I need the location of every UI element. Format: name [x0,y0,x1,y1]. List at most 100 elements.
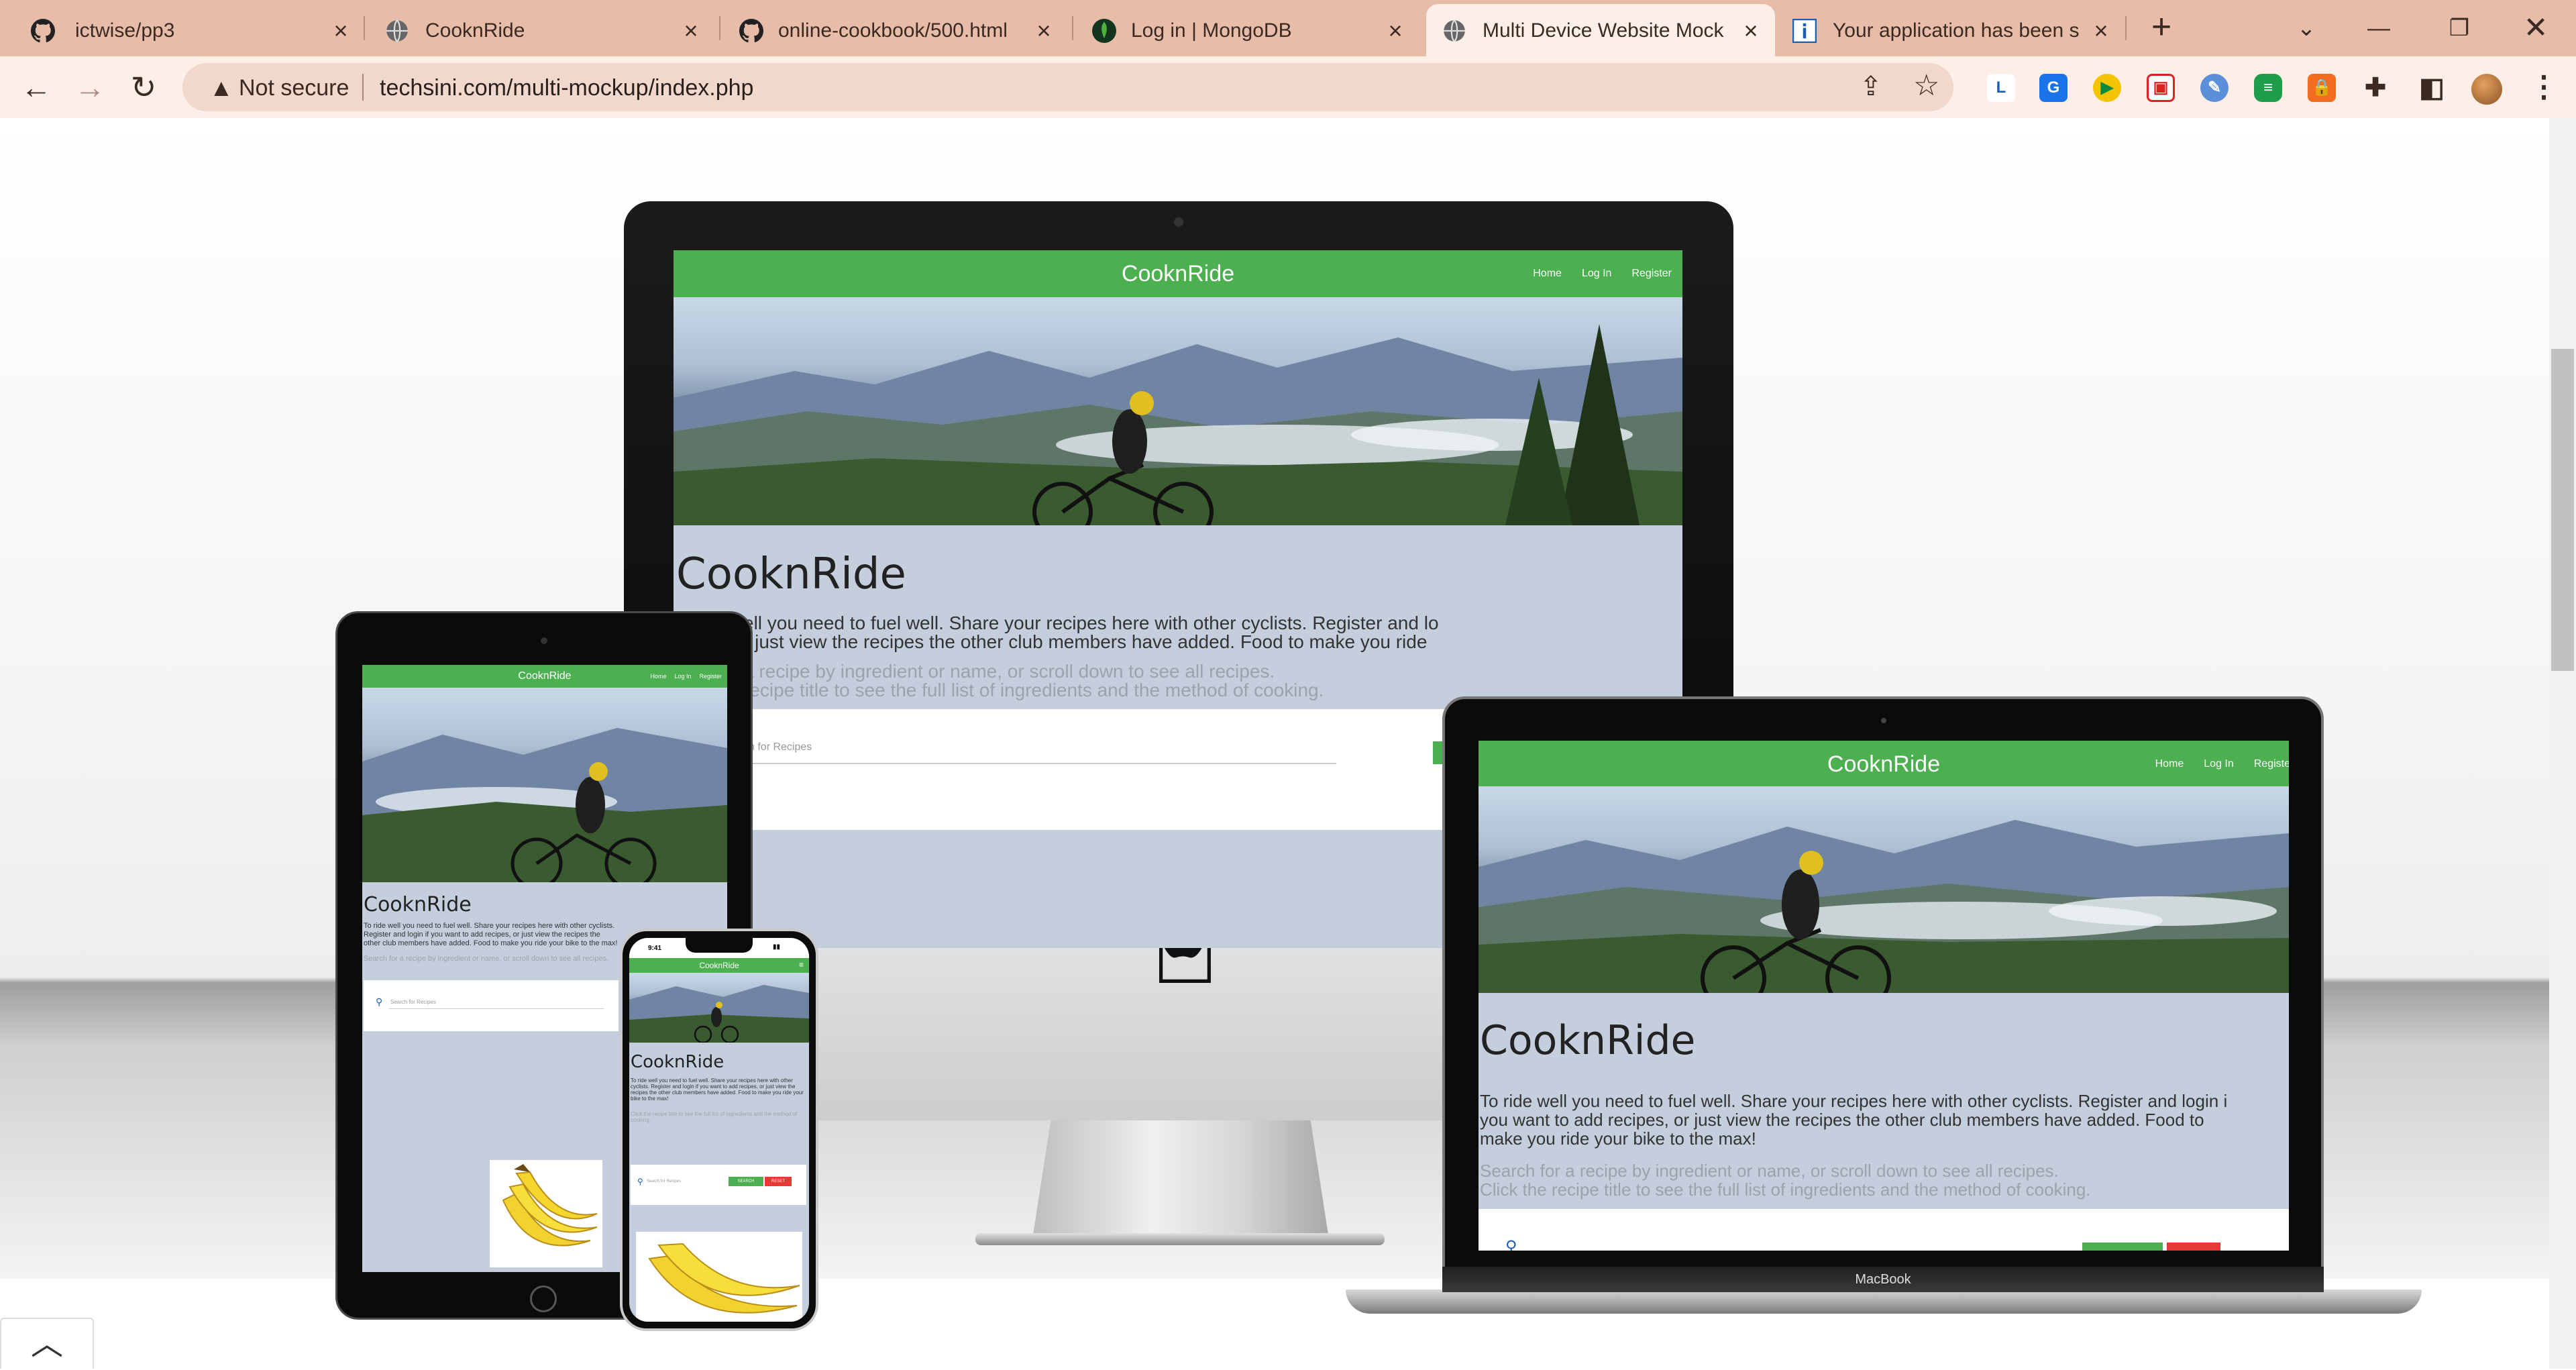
tab-cooknride[interactable]: CooknRide × [357,4,711,56]
omnibox-divider [362,74,364,101]
extension-translate-icon[interactable]: L [1987,74,2015,102]
site-hint-line2: recipe title to see the full list of ing… [743,680,1324,700]
tab-application[interactable]: Your application has been s × [1775,4,2124,56]
mockup-scene:  CooknRide Home Log In Register [0,118,2549,1331]
site-intro-line1: To ride well you need to fuel well. Shar… [1480,1091,2228,1111]
tab-title: Multi Device Website Mock [1483,19,1724,42]
site-heading: CooknRide [1480,1017,1696,1064]
search-icon: ⚲ [637,1177,643,1186]
site-intro: To ride well you need to fuel well. Shar… [631,1077,804,1102]
profile-avatar[interactable] [2471,74,2502,105]
nav-register-link[interactable]: Register [1631,268,1672,280]
bookmark-star-icon[interactable]: ☆ [1913,68,1939,103]
restore-icon[interactable]: ❐ [2440,9,2478,47]
minimize-icon[interactable]: — [2360,9,2398,47]
site-hint-line1: Search for a recipe by ingredient or nam… [1480,1161,2059,1181]
globe-icon [386,19,408,42]
extension-play-icon[interactable]: ▶ [2093,74,2121,102]
browser-toolbar: ← → ↻ ▲ Not secure techsini.com/multi-mo… [0,56,2576,118]
tab-ictwise[interactable]: ictwise/pp3 × [0,4,362,56]
macbook-screen: CooknRide Home Log In Registe CooknRide … [1479,741,2289,1251]
nav-home-link[interactable]: Home [1533,268,1562,280]
security-label[interactable]: Not secure [239,75,349,101]
search-button[interactable]: SEARCH [729,1177,763,1186]
nav-login-link[interactable]: Log In [2204,758,2233,770]
extension-feather-icon[interactable]: ✎ [2200,74,2229,102]
mountain-landscape-image [1479,820,2289,993]
extension-lock-icon[interactable]: 🔒 [2308,74,2336,102]
mongodb-leaf-icon [1092,19,1116,43]
nav-login-link[interactable]: Log In [1582,268,1611,280]
reset-button[interactable]: RESET [765,1177,792,1186]
site-intro-line2: you want to add recipes, or just view th… [1480,1110,2204,1130]
menu-kebab-icon[interactable]: ⋮ [2529,70,2559,104]
recipe-card-image[interactable] [636,1232,802,1322]
back-arrow-icon[interactable]: ← [17,68,55,106]
search-icon: ⚲ [376,996,383,1007]
site-hint: Click the recipe title to see the full l… [631,1111,798,1123]
iphone-screen: 9:41 ▮▮ CooknRide ≡ CooknRide To ride we… [629,938,809,1322]
extension-shield-icon[interactable]: ≡ [2254,74,2282,102]
scroll-to-top-chevron-icon[interactable]: ︿ [0,1318,94,1369]
page-scrollbar[interactable] [2549,118,2576,1369]
tab-title: CooknRide [425,19,525,42]
reload-icon[interactable]: ↻ [125,68,162,106]
site-heading: CooknRide [364,893,472,916]
nav-home-link[interactable]: Home [650,673,666,680]
close-icon[interactable]: × [1030,17,1057,44]
tab-search-chevron-icon[interactable]: ⌄ [2288,9,2325,47]
nav-home-link[interactable]: Home [2155,758,2184,770]
mountain-landscape-image [629,985,809,1043]
hero-image [362,688,727,882]
site-navbar: CooknRide Home Log In Registe [1479,741,2289,786]
close-icon[interactable]: × [1382,17,1409,44]
extensions-puzzle-icon[interactable]: ✚ [2361,74,2390,102]
extension-calendar-icon[interactable]: ▣ [2147,74,2175,102]
site-brand[interactable]: CooknRide [629,961,809,970]
scrollbar-thumb[interactable] [2551,349,2574,671]
site-navbar: CooknRide ≡ [629,958,809,973]
url-text[interactable]: techsini.com/multi-mockup/index.php [380,75,753,101]
mountain-landscape-image [674,324,1682,525]
status-time: 9:41 [648,945,662,952]
close-icon[interactable]: × [678,17,704,44]
forward-arrow-icon[interactable]: → [71,68,109,106]
tab-multi-device-mockup[interactable]: Multi Device Website Mock × [1426,4,1775,56]
close-icon[interactable]: × [1737,17,1764,44]
tab-online-cookbook[interactable]: online-cookbook/500.html × [712,4,1067,56]
reset-button[interactable] [2167,1243,2220,1251]
site-nav-links: Home Log In Register [1533,268,1672,280]
hamburger-menu-icon[interactable]: ≡ [799,960,804,969]
extension-google-translate-icon[interactable]: G [2039,74,2068,102]
close-icon[interactable]: × [327,17,354,44]
site-heading: CooknRide [676,549,906,599]
site-brand[interactable]: CooknRide [674,261,1682,287]
github-icon [31,19,55,43]
page-content:  CooknRide Home Log In Register [0,118,2549,1369]
tab-title: online-cookbook/500.html [778,19,1008,42]
recipe-card-image[interactable] [490,1160,602,1267]
nav-register-link[interactable]: Registe [2254,758,2289,770]
iphone-notch [686,938,753,953]
imac-stand [1033,1120,1328,1234]
tab-title: Log in | MongoDB [1131,19,1292,42]
site-hint: Search for a recipe by ingredient or nam… [364,955,609,963]
address-bar[interactable]: ▲ Not secure techsini.com/multi-mockup/i… [182,63,1953,111]
nav-login-link[interactable]: Log In [674,673,691,680]
search-icon: ⚲ [1505,1238,1517,1251]
banana-image [502,1164,598,1247]
new-tab-button[interactable]: + [2147,9,2176,44]
close-icon[interactable]: × [2088,17,2114,44]
search-card: ⚲ [1479,1209,2289,1251]
nav-register-link[interactable]: Register [699,673,722,680]
search-underline [389,1008,604,1009]
window-close-icon[interactable]: ✕ [2517,9,2555,47]
search-button[interactable] [2082,1243,2163,1251]
share-icon[interactable]: ⇪ [1860,71,1882,102]
search-input[interactable]: Search for Recipes [390,999,436,1005]
tab-mongodb[interactable]: Log in | MongoDB × [1067,4,1421,56]
search-input[interactable]: Search for Recipes [647,1179,681,1183]
search-input[interactable]: ch for Recipes [743,741,812,753]
banana-image [648,1243,800,1314]
side-panel-icon[interactable]: ◧ [2418,74,2446,102]
